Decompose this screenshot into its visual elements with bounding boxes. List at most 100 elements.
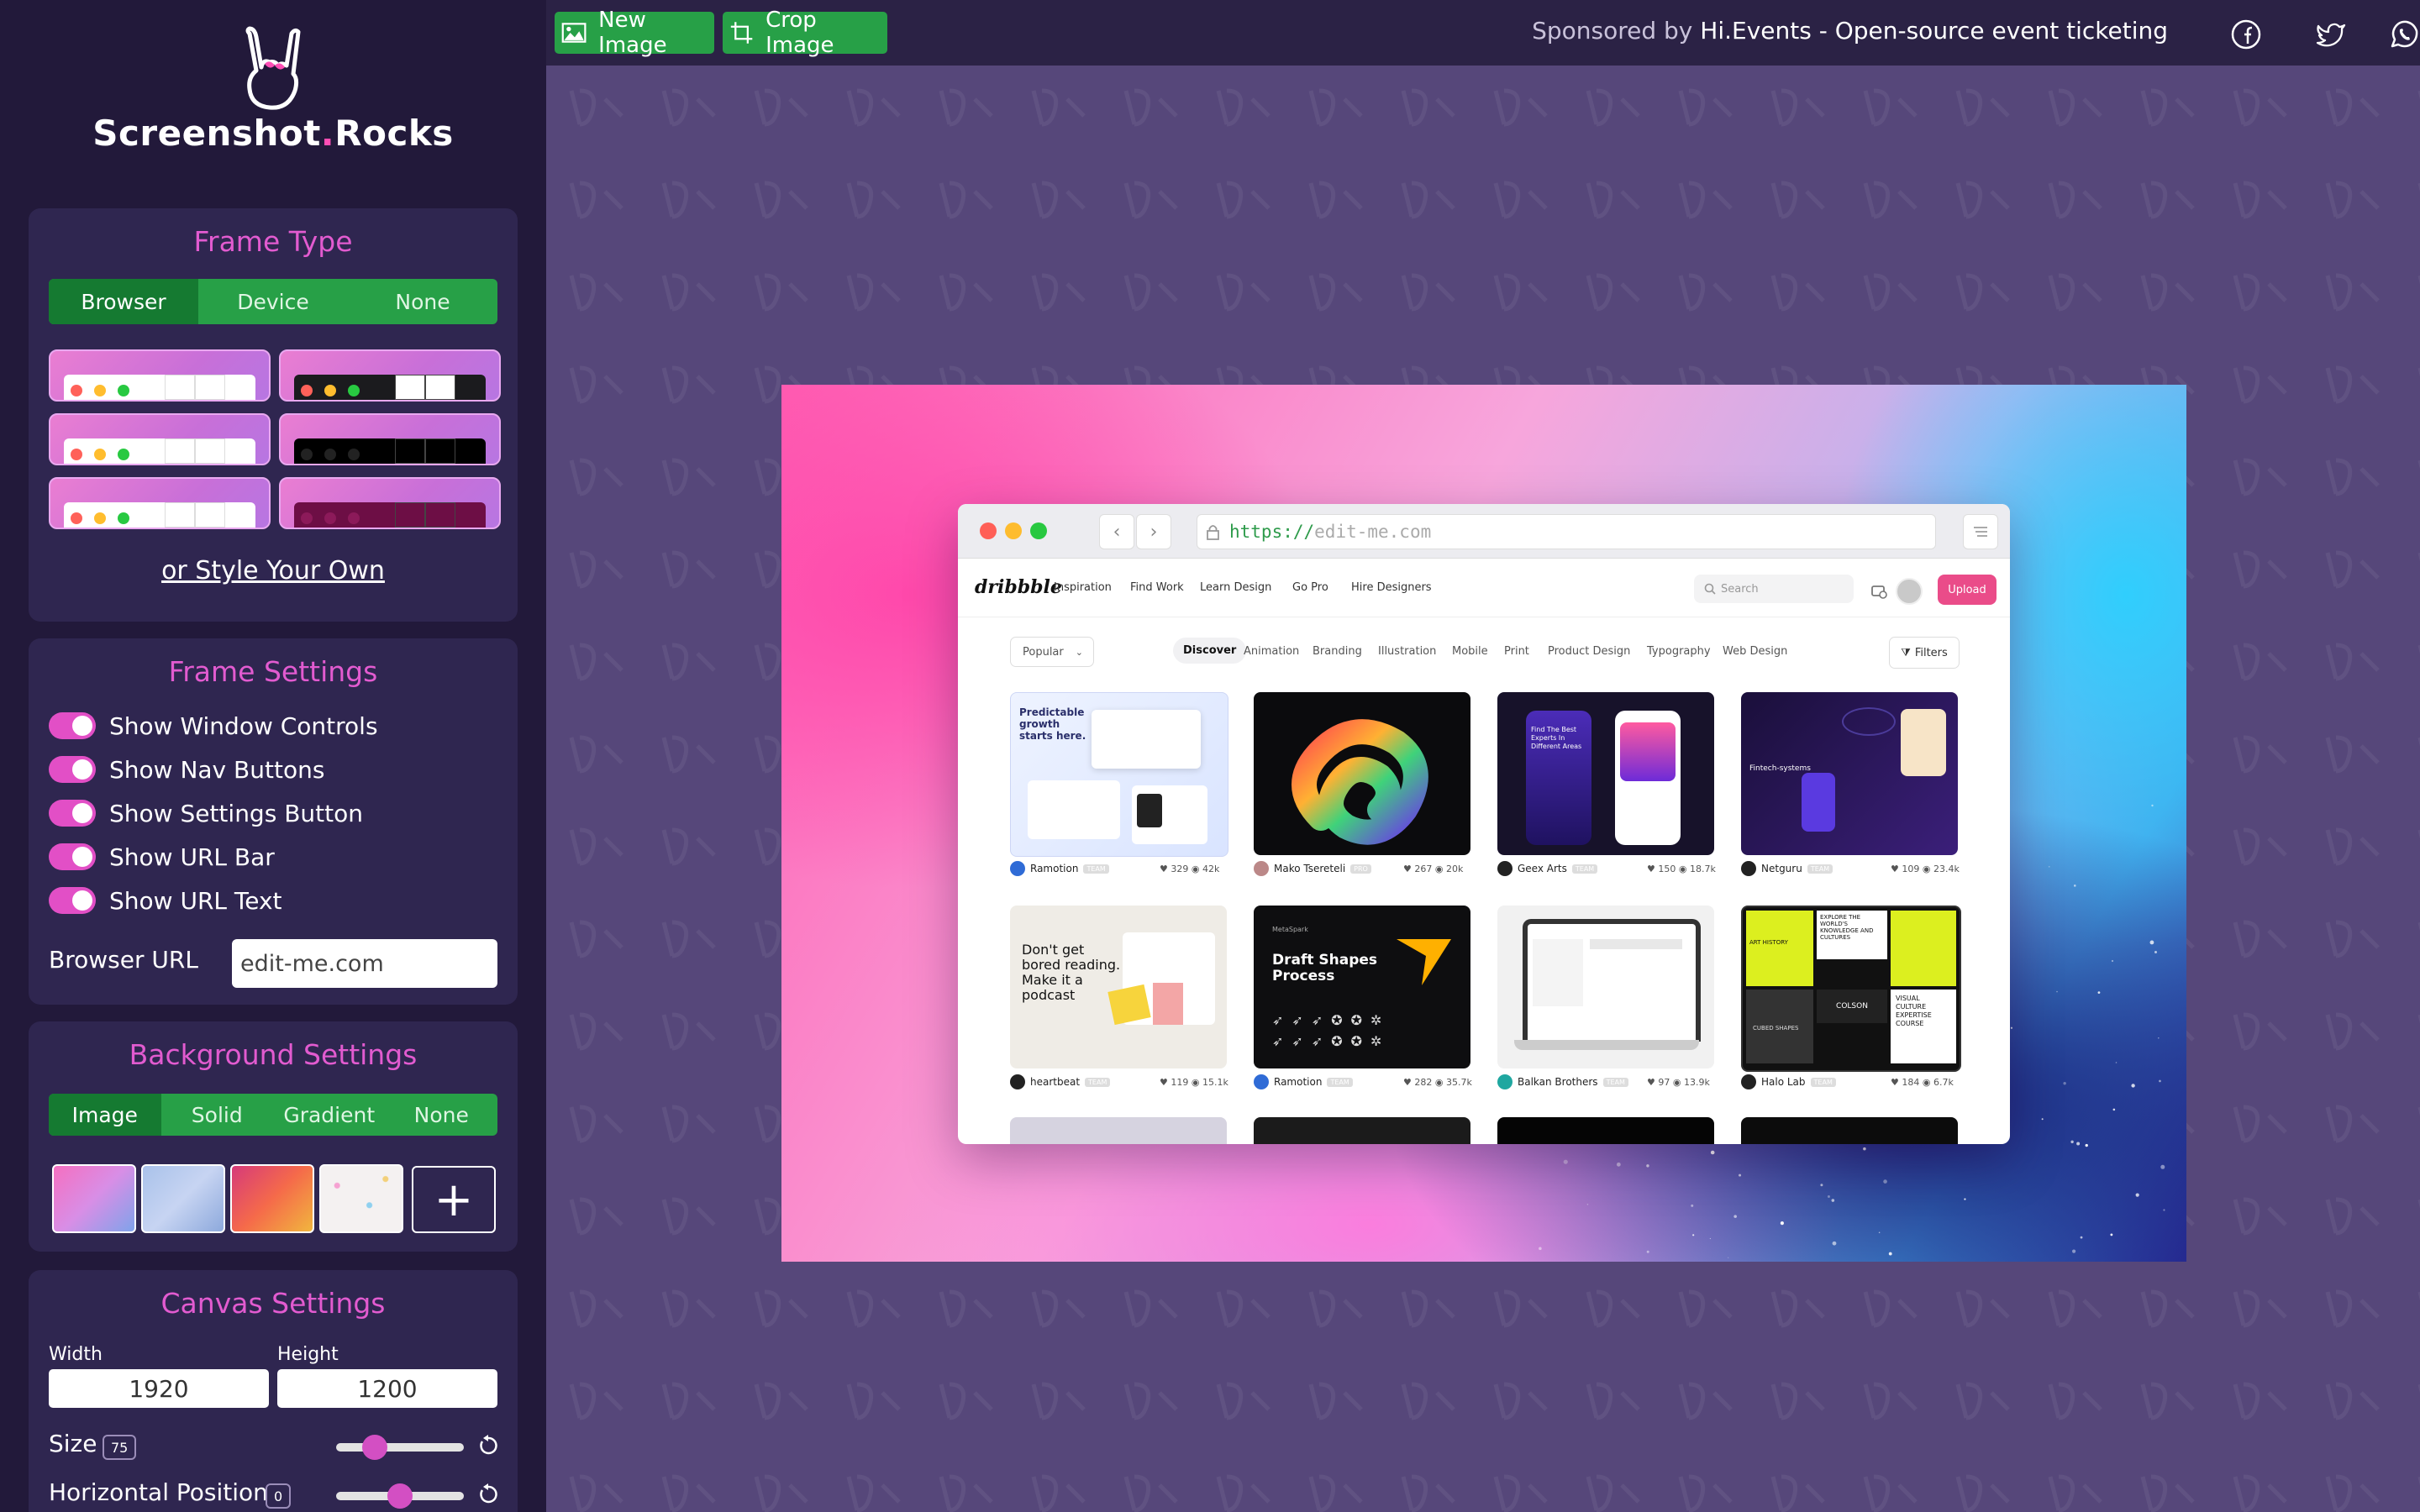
- tab-none[interactable]: None: [348, 279, 497, 324]
- browser-url-input[interactable]: [232, 939, 497, 988]
- avatar[interactable]: [1896, 578, 1923, 605]
- hpos-slider-thumb[interactable]: [387, 1483, 413, 1509]
- tab-browser[interactable]: Browser: [49, 279, 198, 324]
- shot-thumbnail[interactable]: [1497, 906, 1714, 1068]
- category-mobile[interactable]: Mobile: [1452, 645, 1488, 658]
- tab-device[interactable]: Device: [198, 279, 348, 324]
- toggle-settings-button[interactable]: Show Settings Button: [49, 796, 363, 830]
- twitter-icon[interactable]: [2316, 18, 2348, 50]
- shot-thumbnail[interactable]: [1254, 1117, 1470, 1144]
- shot-thumbnail[interactable]: Predictable growth starts here.: [1010, 692, 1228, 857]
- screenshot-canvas[interactable]: ‹ › https://edit-me.com dribbble Inspira…: [781, 385, 2186, 1262]
- sponsor-link[interactable]: Hi.Events - Open-source event ticketing: [1700, 17, 2168, 45]
- nav-link-hire-designers[interactable]: Hire Designers: [1351, 581, 1432, 594]
- toggle-switch[interactable]: [49, 887, 96, 914]
- category-print[interactable]: Print: [1504, 645, 1529, 658]
- sort-dropdown[interactable]: Popular ⌄: [1010, 637, 1094, 667]
- toggle-switch[interactable]: [49, 712, 96, 739]
- browser-frame[interactable]: ‹ › https://edit-me.com dribbble Inspira…: [958, 504, 2010, 1144]
- shot-thumbnail[interactable]: [1497, 1117, 1714, 1144]
- toggle-window-controls[interactable]: Show Window Controls: [49, 709, 378, 743]
- shot-author[interactable]: Halo Lab TEAM: [1741, 1074, 1836, 1090]
- top-toolbar: New Image Crop Image Sponsored by Hi.Eve…: [546, 0, 2420, 66]
- upload-button[interactable]: Upload: [1938, 575, 1996, 605]
- category-discover[interactable]: Discover: [1173, 638, 1247, 664]
- width-input[interactable]: 1920: [49, 1369, 269, 1408]
- category-web-design[interactable]: Web Design: [1723, 645, 1787, 658]
- frame-option-maroon[interactable]: [279, 477, 501, 529]
- browser-url-bar[interactable]: https://edit-me.com: [1197, 514, 1936, 549]
- category-product-design[interactable]: Product Design: [1548, 645, 1630, 658]
- height-input[interactable]: 1200: [277, 1369, 497, 1408]
- toggle-url-bar[interactable]: Show URL Bar: [49, 840, 275, 874]
- tab-gradient[interactable]: Gradient: [273, 1094, 386, 1136]
- frame-option-light-2[interactable]: [49, 413, 271, 465]
- frame-option-dark[interactable]: [279, 349, 501, 402]
- shot-thumbnail[interactable]: [1254, 692, 1470, 855]
- category-branding[interactable]: Branding: [1313, 645, 1362, 658]
- category-animation[interactable]: Animation: [1244, 645, 1299, 658]
- shot-author[interactable]: Ramotion TEAM: [1010, 860, 1109, 877]
- shot-author[interactable]: heartbeat TEAM: [1010, 1074, 1111, 1090]
- nav-link-learn-design[interactable]: Learn Design: [1200, 581, 1271, 594]
- star: [2159, 1079, 2161, 1083]
- frame-option-light-3[interactable]: [49, 477, 271, 529]
- facebook-icon[interactable]: [2230, 18, 2262, 50]
- frame-option-light[interactable]: [49, 349, 271, 402]
- window-close-dot[interactable]: [980, 522, 997, 539]
- nav-link-inspiration[interactable]: Inspiration: [1054, 581, 1112, 594]
- shot-thumbnail[interactable]: Don't get bored reading. Make it a podca…: [1010, 906, 1227, 1068]
- tab-solid[interactable]: Solid: [161, 1094, 274, 1136]
- toggle-switch[interactable]: [49, 843, 96, 870]
- toggle-switch[interactable]: [49, 800, 96, 827]
- shot-author[interactable]: Ramotion TEAM: [1254, 1074, 1353, 1090]
- hpos-slider[interactable]: [336, 1483, 464, 1509]
- toggle-url-text[interactable]: Show URL Text: [49, 884, 282, 917]
- style-your-own-link[interactable]: or Style Your Own: [29, 556, 518, 585]
- shot-author[interactable]: Mako Tsereteli PRO: [1254, 860, 1371, 877]
- shot-thumbnail[interactable]: ART HISTORY EXPLORE THE WORLD'S KNOWLEDG…: [1741, 906, 1961, 1072]
- crop-image-button[interactable]: Crop Image: [723, 8, 887, 58]
- window-maximize-dot[interactable]: [1030, 522, 1047, 539]
- shot-thumbnail[interactable]: Fintech-systems: [1741, 692, 1958, 855]
- background-thumb-pink-nebula[interactable]: [52, 1164, 136, 1233]
- add-background-button[interactable]: +: [412, 1166, 496, 1233]
- shot-author[interactable]: Netguru TEAM: [1741, 860, 1833, 877]
- toggle-switch[interactable]: [49, 756, 96, 783]
- browser-back-button[interactable]: ‹: [1099, 514, 1134, 549]
- star: [2154, 950, 2157, 953]
- size-slider-thumb[interactable]: [361, 1435, 387, 1460]
- size-slider[interactable]: [336, 1435, 464, 1460]
- whatsapp-icon[interactable]: [2388, 18, 2420, 50]
- site-logo[interactable]: dribbble: [975, 576, 1062, 598]
- shot-thumbnail[interactable]: MetaSpark Draft Shapes Process ➶➶➶✪✪✲ ➶➶➶…: [1254, 906, 1470, 1068]
- new-image-button[interactable]: New Image: [555, 8, 714, 58]
- browser-forward-button[interactable]: ›: [1136, 514, 1171, 549]
- reset-icon[interactable]: [477, 1435, 499, 1457]
- filters-button[interactable]: ⧩ Filters: [1889, 637, 1960, 669]
- tab-none[interactable]: None: [386, 1094, 498, 1136]
- background-thumb-blue-sky[interactable]: [141, 1164, 225, 1233]
- toggle-nav-buttons[interactable]: Show Nav Buttons: [49, 753, 324, 786]
- shot-author[interactable]: Geex Arts TEAM: [1497, 860, 1598, 877]
- shot-thumbnail[interactable]: Find The Best Experts In Different Areas: [1497, 692, 1714, 855]
- arrow-shape-illustration: [1397, 939, 1451, 985]
- shot-author[interactable]: Balkan Brothers TEAM: [1497, 1074, 1628, 1090]
- frame-option-black[interactable]: [279, 413, 501, 465]
- browser-settings-button[interactable]: [1963, 514, 1998, 549]
- background-thumb-sunset-gradient[interactable]: [230, 1164, 314, 1233]
- category-typography[interactable]: Typography: [1647, 645, 1711, 658]
- background-thumb-confetti[interactable]: [319, 1164, 403, 1233]
- reset-icon[interactable]: [477, 1483, 499, 1505]
- logo: [0, 25, 546, 116]
- site-search-input[interactable]: Search: [1694, 575, 1854, 603]
- nav-link-find-work[interactable]: Find Work: [1130, 581, 1184, 594]
- window-minimize-dot[interactable]: [1005, 522, 1022, 539]
- category-illustration[interactable]: Illustration: [1378, 645, 1436, 658]
- briefcase-icon[interactable]: [1870, 581, 1887, 600]
- nav-link-go-pro[interactable]: Go Pro: [1292, 581, 1328, 594]
- star: [2085, 1143, 2088, 1147]
- shot-thumbnail[interactable]: [1741, 1117, 1958, 1144]
- shot-thumbnail[interactable]: [1010, 1117, 1227, 1144]
- tab-image[interactable]: Image: [49, 1094, 161, 1136]
